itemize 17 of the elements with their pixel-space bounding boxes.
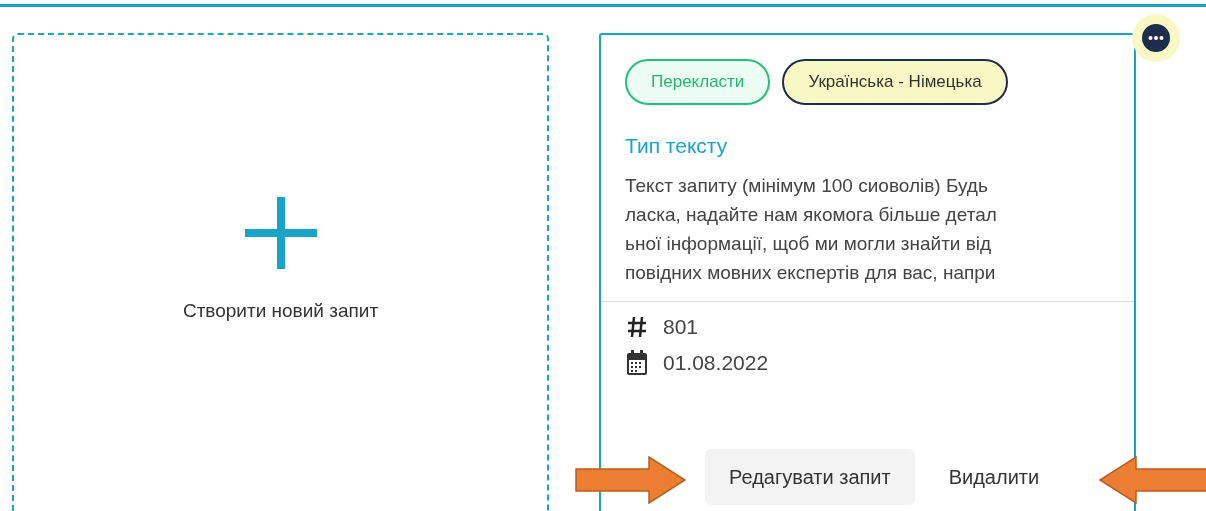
plus-icon (244, 197, 317, 269)
language-tag: Українська - Німецька (782, 59, 1008, 105)
request-number: 801 (663, 314, 699, 341)
text-type-title: Тип тексту (625, 133, 729, 159)
calendar-icon (626, 350, 648, 376)
arrow-icon (1098, 456, 1206, 504)
request-date: 01.08.2022 (663, 350, 769, 377)
new-request-label: Створити новий запит (182, 299, 379, 323)
edit-request-button[interactable]: Редагувати запит (705, 449, 915, 505)
delete-button[interactable]: Видалити (948, 449, 1040, 505)
arrow-icon (575, 456, 687, 504)
new-request-card[interactable]: Створити новий запит (12, 33, 549, 511)
hash-icon (627, 316, 647, 338)
more-button[interactable] (1132, 14, 1180, 62)
service-tag: Перекласти (625, 59, 771, 105)
more-icon (1142, 24, 1170, 52)
request-description: Текст запиту (мінімум 100 сиоволів) Будь ласка, надайте нам якомога більше детал ьної інформації, щоб ми могли знайти від повідних мовних експертів для вас, напри (625, 174, 998, 285)
